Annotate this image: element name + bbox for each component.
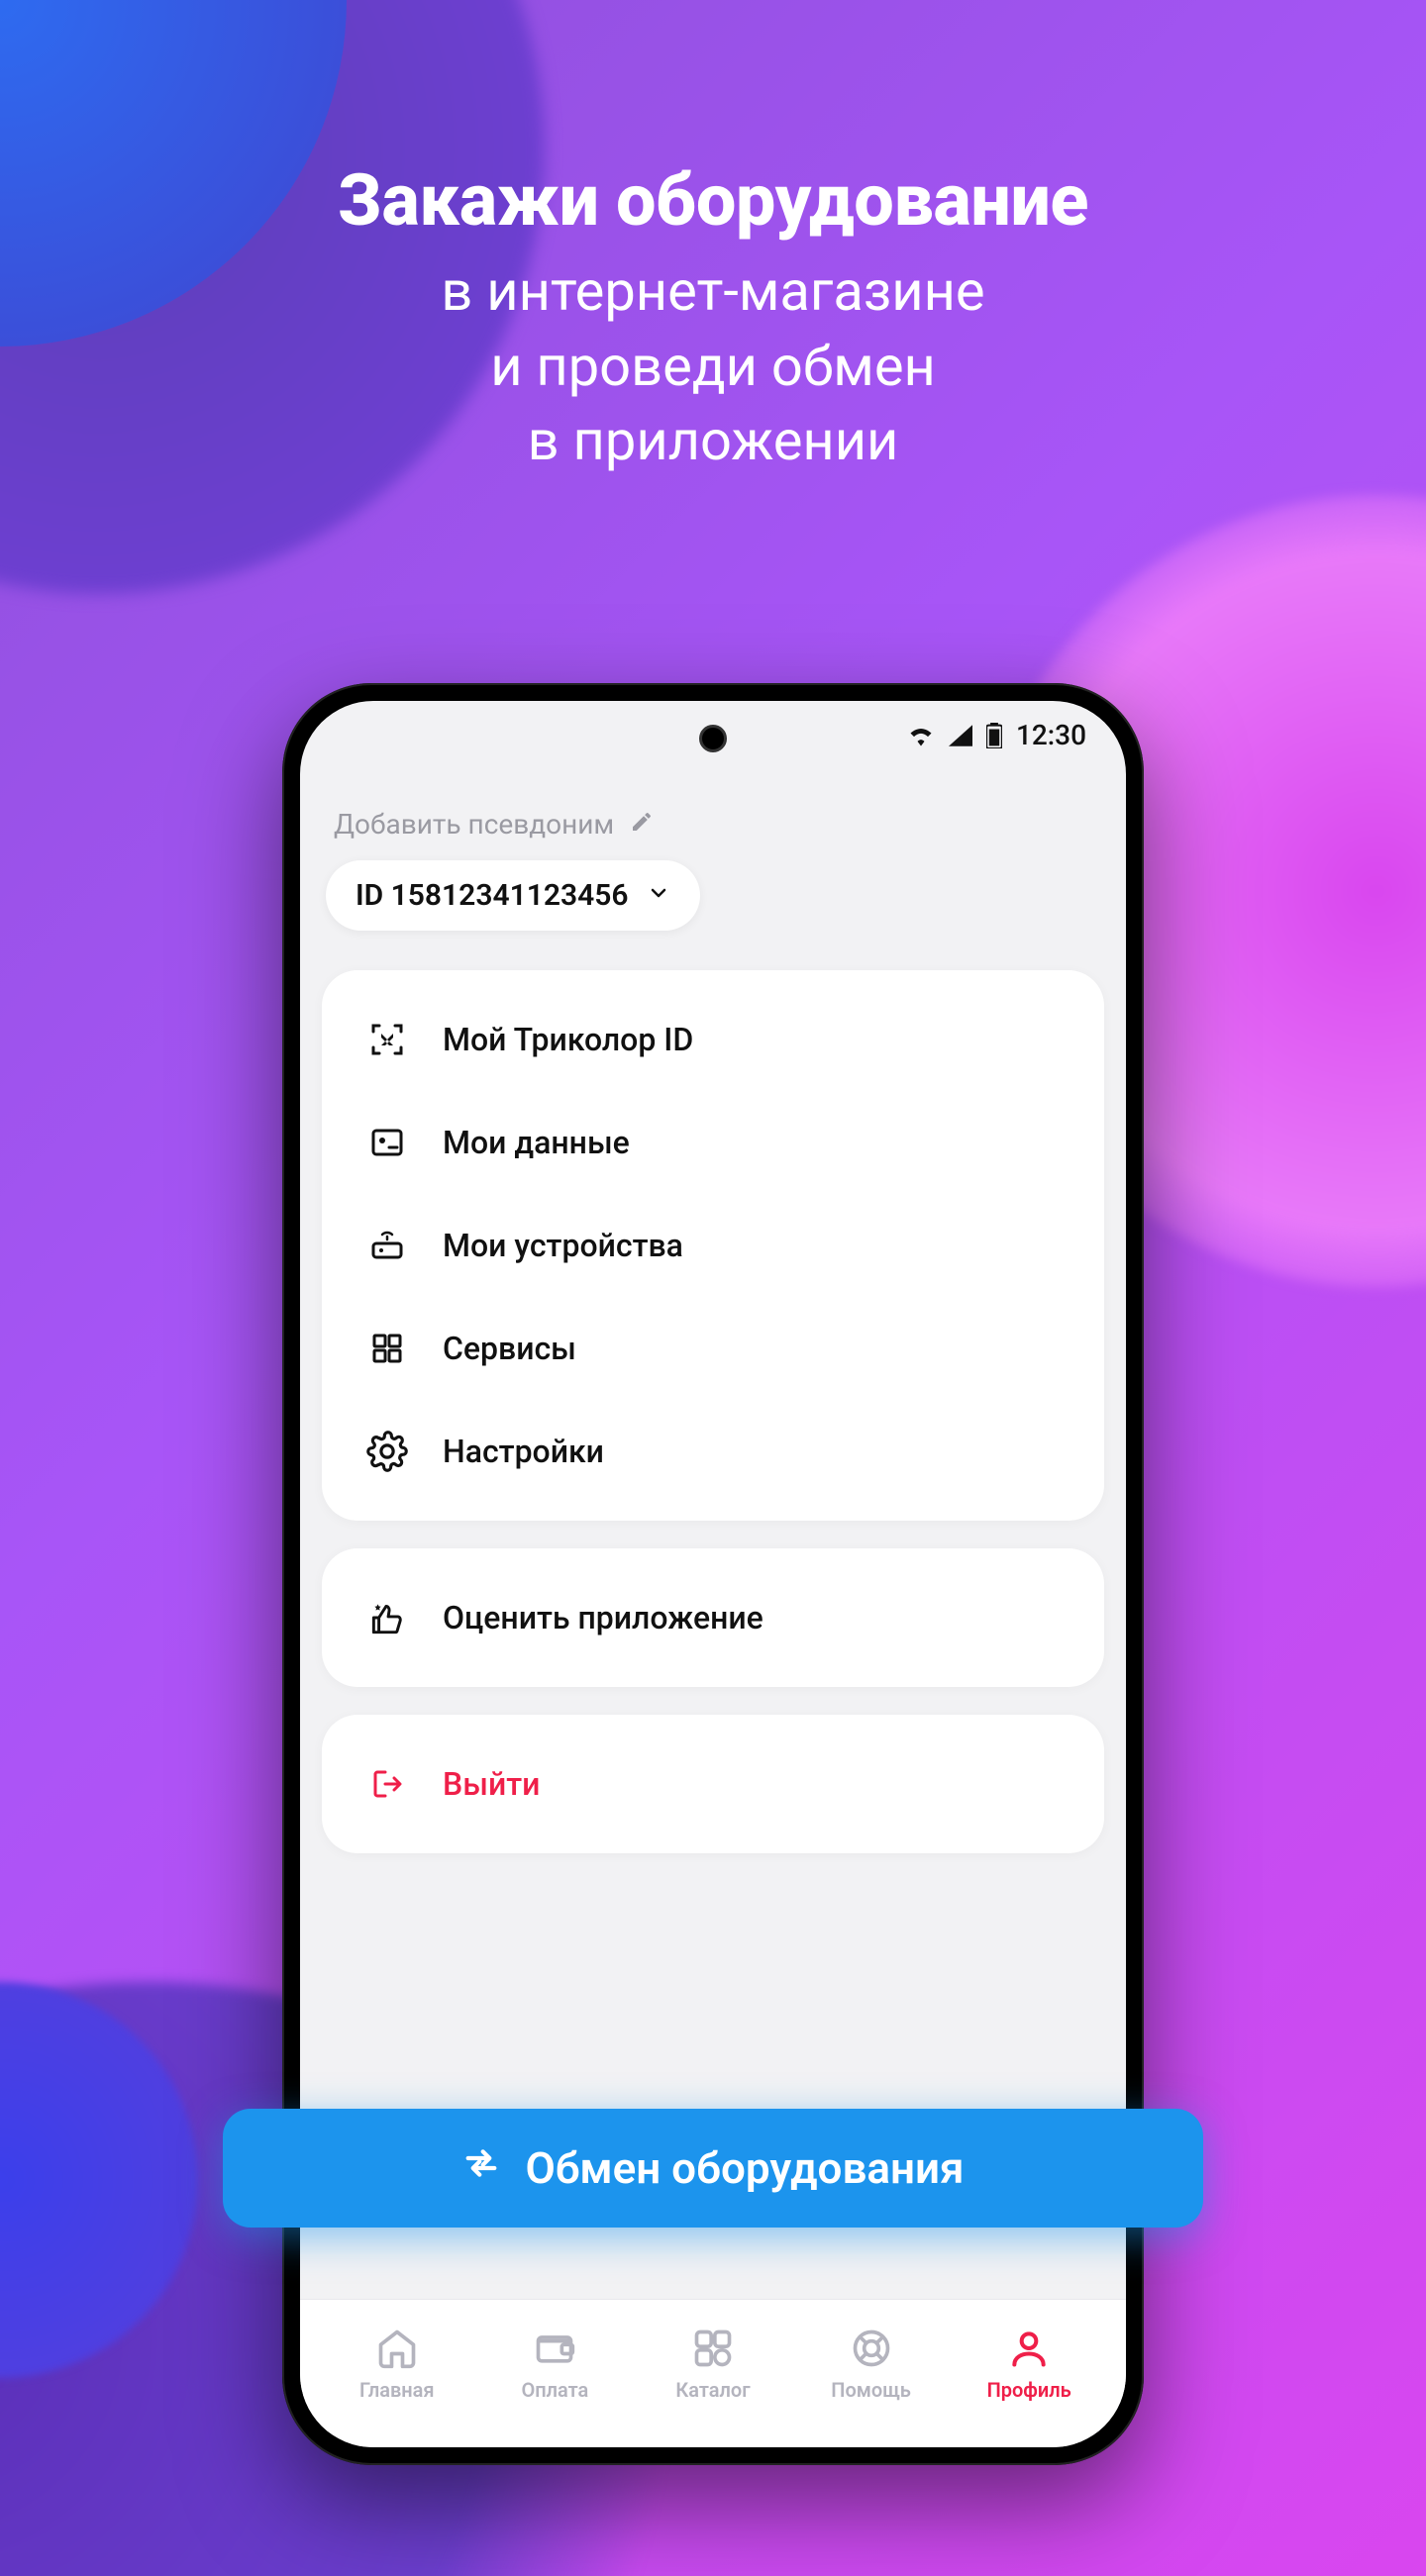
nav-label: Главная (359, 2378, 435, 2402)
menu-item-settings[interactable]: Настройки (322, 1400, 1104, 1503)
chevron-down-icon (647, 878, 670, 913)
nav-label: Профиль (987, 2378, 1071, 2402)
id-card-icon (365, 1121, 409, 1164)
gear-icon (365, 1430, 409, 1473)
bottom-nav: Главная Оплата Каталог Помощь (300, 2299, 1126, 2447)
menu-item-tricolor-id[interactable]: Мой Триколор ID (322, 988, 1104, 1091)
camera-cutout (699, 725, 727, 752)
exchange-equipment-button[interactable]: Обмен оборудования (223, 2109, 1203, 2228)
wallet-icon (531, 2325, 578, 2372)
lifebuoy-icon (848, 2325, 895, 2372)
add-nickname-button[interactable]: Добавить псевдоним (334, 808, 1104, 841)
nav-label: Каталог (675, 2378, 750, 2402)
id-label: ID 15812341123456 (356, 878, 629, 913)
nav-label: Оплата (521, 2378, 588, 2402)
profile-icon (1005, 2325, 1053, 2372)
menu-card-logout: Выйти (322, 1715, 1104, 1853)
battery-icon (986, 723, 1002, 748)
id-selector-chip[interactable]: ID 15812341123456 (326, 860, 700, 931)
wifi-icon (907, 725, 935, 746)
menu-card-main: Мой Триколор ID Мои данные Мои устройств… (322, 970, 1104, 1521)
menu-item-logout[interactable]: Выйти (322, 1733, 1104, 1835)
menu-label: Выйти (443, 1765, 540, 1803)
headline-title: Закажи оборудование (0, 158, 1426, 243)
status-time: 12:30 (1016, 719, 1086, 751)
tricolor-id-icon (365, 1018, 409, 1061)
menu-label: Настройки (443, 1433, 604, 1470)
headline-block: Закажи оборудование в интернет-магазине … (0, 158, 1426, 479)
menu-item-my-devices[interactable]: Мои устройства (322, 1194, 1104, 1297)
cta-label: Обмен оборудования (525, 2142, 964, 2194)
grid-icon (365, 1327, 409, 1370)
headline-sub: в интернет-магазине и проведи обмен в пр… (0, 254, 1426, 479)
nav-catalog[interactable]: Каталог (654, 2325, 772, 2402)
menu-item-my-data[interactable]: Мои данные (322, 1091, 1104, 1194)
nav-profile[interactable]: Профиль (969, 2325, 1088, 2402)
menu-label: Сервисы (443, 1330, 576, 1367)
menu-label: Мой Триколор ID (443, 1021, 693, 1058)
swap-icon (461, 2142, 501, 2194)
nickname-hint-label: Добавить псевдоним (334, 808, 614, 841)
thumbs-up-icon (365, 1596, 409, 1639)
menu-card-rate: Оценить приложение (322, 1548, 1104, 1687)
menu-label: Оценить приложение (443, 1599, 764, 1636)
nav-payment[interactable]: Оплата (495, 2325, 614, 2402)
catalog-icon (689, 2325, 737, 2372)
menu-item-services[interactable]: Сервисы (322, 1297, 1104, 1400)
nav-label: Помощь (831, 2378, 911, 2402)
router-icon (365, 1224, 409, 1267)
cellular-icon (949, 725, 972, 746)
pencil-icon (630, 808, 654, 841)
menu-label: Мои данные (443, 1124, 630, 1161)
menu-item-rate-app[interactable]: Оценить приложение (322, 1566, 1104, 1669)
nav-help[interactable]: Помощь (812, 2325, 931, 2402)
logout-icon (365, 1762, 409, 1806)
status-bar: 12:30 (907, 719, 1086, 751)
nav-home[interactable]: Главная (338, 2325, 457, 2402)
menu-label: Мои устройства (443, 1227, 683, 1264)
home-icon (373, 2325, 421, 2372)
